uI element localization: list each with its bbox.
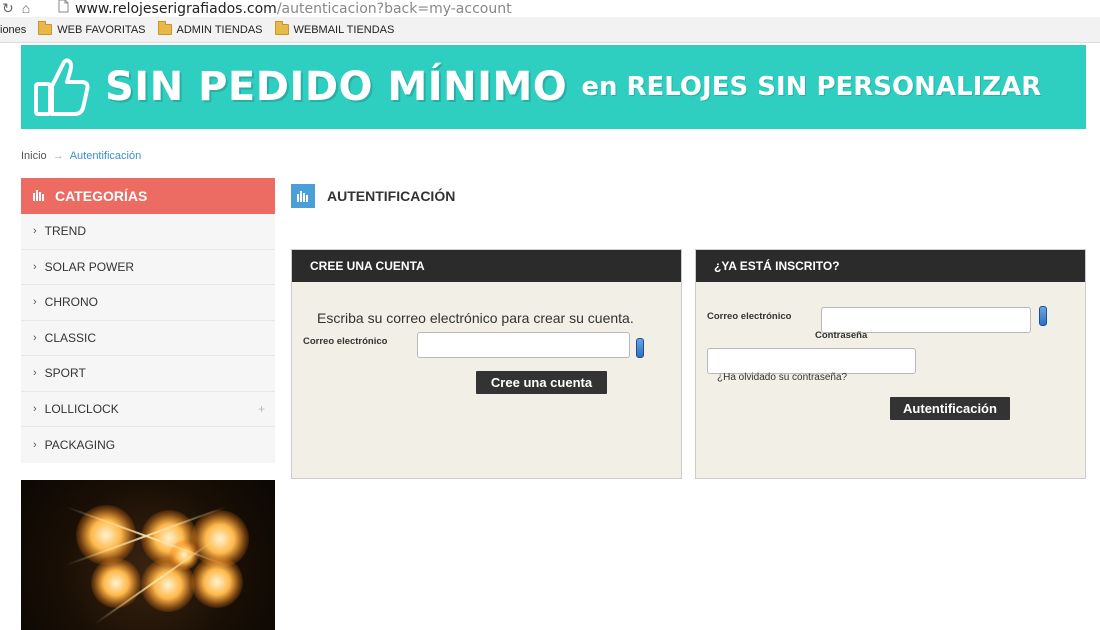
chevron-right-icon: › <box>33 296 37 309</box>
thumbs-up-icon <box>29 52 95 122</box>
create-account-panel: CREE UNA CUENTA Escriba su correo electr… <box>291 249 682 479</box>
chevron-right-icon: › <box>33 331 37 344</box>
breadcrumb-home[interactable]: Inicio <box>21 150 47 162</box>
home-icon[interactable]: ⌂ <box>22 0 30 16</box>
bookmark-partial[interactable]: iones <box>0 24 26 36</box>
banner-secondary-text: en RELOJES SIN PERSONALIZAR <box>581 72 1042 102</box>
create-account-button[interactable]: Cree una cuenta <box>476 371 607 394</box>
create-email-input[interactable] <box>417 332 630 358</box>
folder-icon <box>274 21 289 35</box>
page-title-text: AUTENTIFICACIÓN <box>327 188 456 204</box>
grid-icon <box>291 184 315 208</box>
input-scroll-handle[interactable] <box>1039 306 1047 326</box>
categories-sidebar: CATEGORÍAS › TREND › SOLAR POWER › CHRONO ›… <box>21 178 275 463</box>
login-panel: ¿YA ESTÁ INSCRITO? Correo electrónico Co… <box>695 249 1086 479</box>
sidebar-item-packaging[interactable]: › PACKAGING <box>21 427 275 463</box>
bookmarks-bar: iones WEB FAVORITAS ADMIN TIENDAS WEBMAI… <box>0 17 1100 43</box>
promo-lights-image[interactable] <box>21 480 275 630</box>
categories-title: CATEGORÍAS <box>55 188 148 204</box>
breadcrumb-current: Autentificación <box>69 150 142 162</box>
chevron-right-icon: › <box>33 438 37 451</box>
folder-icon <box>157 21 172 35</box>
sidebar-item-lolliclock[interactable]: › LOLLICLOCK + <box>21 392 275 427</box>
sidebar-item-sport[interactable]: › SPORT <box>21 356 275 392</box>
expand-plus-icon[interactable]: + <box>258 402 265 416</box>
chevron-right-icon: › <box>33 225 37 238</box>
login-button[interactable]: Autentificación <box>890 397 1010 420</box>
login-password-label: Contraseña <box>815 330 868 341</box>
browser-nav: ↻ ⌂ <box>0 0 58 17</box>
banner-main-text: SIN PEDIDO MÍNIMO <box>105 64 568 110</box>
create-email-label: Correo electrónico <box>303 336 388 347</box>
grid-icon <box>33 188 45 204</box>
sidebar-item-chrono[interactable]: › CHRONO <box>21 285 275 321</box>
url-path: /autenticacion?back=my-account <box>276 0 512 17</box>
url-host: www.relojeserigrafiados.com <box>75 0 277 17</box>
create-account-header: CREE UNA CUENTA <box>292 250 681 282</box>
bookmark-admin-tiendas[interactable]: ADMIN TIENDAS <box>157 21 263 36</box>
breadcrumb: Inicio → Autentificación <box>21 150 141 162</box>
input-scroll-handle[interactable] <box>636 338 644 358</box>
page-title: AUTENTIFICACIÓN <box>291 184 455 208</box>
chevron-right-icon: › <box>33 260 37 273</box>
breadcrumb-arrow-icon: → <box>52 150 64 162</box>
categories-header: CATEGORÍAS <box>21 178 275 214</box>
chevron-right-icon: › <box>33 367 37 380</box>
light-spot <box>191 556 243 608</box>
sidebar-item-solar-power[interactable]: › SOLAR POWER <box>21 250 275 285</box>
login-password-input[interactable] <box>707 348 916 374</box>
light-spot <box>91 558 141 608</box>
sidebar-item-classic[interactable]: › CLASSIC <box>21 321 275 356</box>
page-icon <box>58 0 69 17</box>
forgot-password-link[interactable]: ¿Ha olvidado su contraseña? <box>717 372 847 383</box>
promo-banner[interactable]: SIN PEDIDO MÍNIMO en RELOJES SIN PERSONA… <box>21 45 1086 129</box>
bookmark-web-favoritas[interactable]: WEB FAVORITAS <box>38 21 146 36</box>
folder-icon <box>38 21 53 35</box>
login-header: ¿YA ESTÁ INSCRITO? <box>696 250 1085 282</box>
url-field[interactable]: www.relojeserigrafiados.com/autenticacio… <box>58 0 512 17</box>
bookmark-webmail-tiendas[interactable]: WEBMAIL TIENDAS <box>274 21 394 36</box>
sidebar-item-trend[interactable]: › TREND <box>21 214 275 250</box>
create-account-description: Escriba su correo electrónico para crear… <box>317 310 634 326</box>
reload-icon[interactable]: ↻ <box>2 0 14 17</box>
chevron-right-icon: › <box>33 402 37 415</box>
browser-address-bar: ↻ ⌂ www.relojeserigrafiados.com/autentic… <box>0 0 1100 17</box>
categories-list: › TREND › SOLAR POWER › CHRONO › CLASSIC › SP… <box>21 214 275 463</box>
login-email-label: Correo electrónico <box>707 311 792 322</box>
